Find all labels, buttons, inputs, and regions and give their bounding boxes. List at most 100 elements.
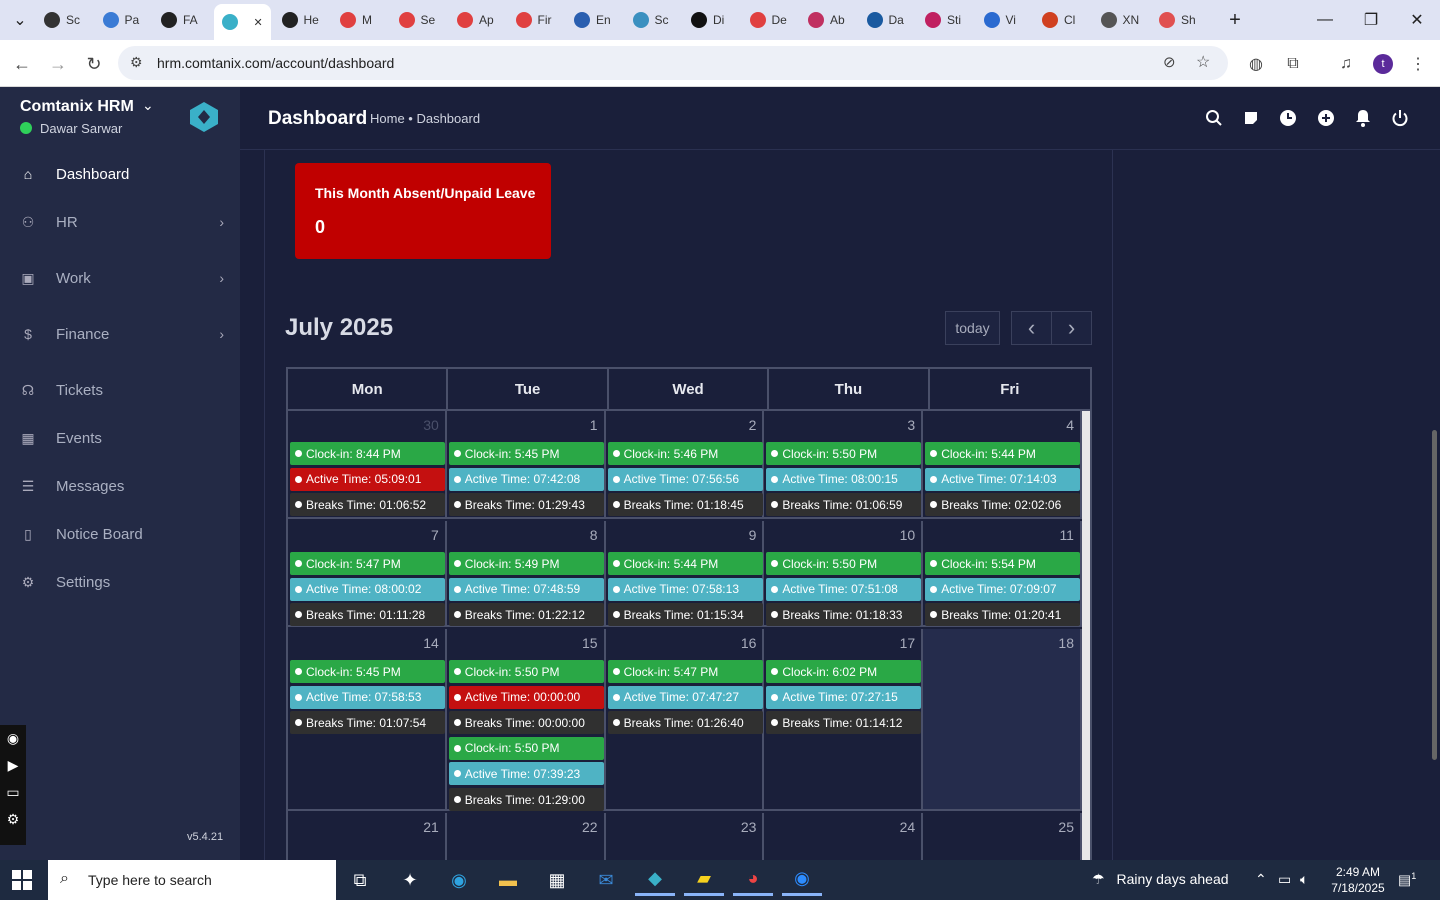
browser-tab[interactable]: Sti xyxy=(925,6,961,34)
day-number[interactable]: 8 xyxy=(590,527,598,543)
day-number[interactable]: 21 xyxy=(423,819,439,835)
add-circle-icon[interactable] xyxy=(1315,107,1337,129)
calendar-event[interactable]: Active Time: 07:09:07 xyxy=(925,577,1081,601)
forward-button[interactable]: → xyxy=(46,52,70,76)
calendar-day-cell[interactable]: 8 Clock-in: 5:49 PM Active Time: 07:48:59 B… xyxy=(447,521,606,627)
calendar-event[interactable]: Active Time: 07:47:27 xyxy=(607,685,763,709)
clock-icon[interactable] xyxy=(1277,107,1299,129)
comtanix-app-icon[interactable]: ◆ xyxy=(635,864,675,896)
calendar-today-button[interactable]: today xyxy=(945,311,1000,345)
page-scrollbar[interactable] xyxy=(1432,430,1437,760)
calendar-scrollbar[interactable] xyxy=(1082,411,1090,860)
day-number[interactable]: 16 xyxy=(741,635,757,651)
browser-tab[interactable]: Da xyxy=(866,6,904,34)
calendar-event[interactable]: Clock-in: 5:54 PM xyxy=(925,552,1081,575)
tracking-icon[interactable]: ⊘ xyxy=(1163,53,1176,71)
calendar-event[interactable]: Breaks Time: 01:06:52 xyxy=(290,493,445,517)
calendar-day-cell[interactable]: 16 Clock-in: 5:47 PM Active Time: 07:47:27… xyxy=(606,629,765,809)
sidebar-item-notice-board[interactable]: ▯ Notice Board xyxy=(0,514,240,554)
calendar-day-cell[interactable]: 9 Clock-in: 5:44 PM Active Time: 07:58:13 B… xyxy=(606,521,765,627)
calendar-day-cell[interactable]: 25 xyxy=(923,813,1082,860)
day-number[interactable]: 11 xyxy=(1059,527,1074,543)
calendar-event[interactable]: Breaks Time: 01:18:45 xyxy=(607,493,763,517)
task-view-icon[interactable]: ⧉ xyxy=(340,864,380,896)
translate-icon[interactable]: ◍ xyxy=(1244,52,1268,76)
calendar-event[interactable]: Active Time: 07:58:53 xyxy=(290,685,445,709)
sidebar-item-tickets[interactable]: ☊ Tickets xyxy=(0,370,240,410)
calendar-event[interactable]: Active Time: 07:42:08 xyxy=(448,467,604,491)
copilot-icon[interactable]: ✦ xyxy=(390,864,430,896)
sidebar-item-settings[interactable]: ⚙ Settings xyxy=(0,562,240,602)
calendar-day-cell[interactable]: 15 Clock-in: 5:50 PM Active Time: 00:00:00… xyxy=(447,629,606,811)
calendar-day-cell[interactable]: 18 xyxy=(923,629,1082,809)
calendar-event[interactable]: Breaks Time: 01:06:59 xyxy=(766,493,922,517)
calendar-event[interactable]: Active Time: 05:09:01 xyxy=(290,467,445,491)
calendar-day-cell[interactable]: 24 xyxy=(764,813,924,860)
edge-icon[interactable]: ◉ xyxy=(439,864,479,896)
profile-avatar[interactable]: t xyxy=(1371,52,1395,76)
calendar-event[interactable]: Active Time: 00:00:00 xyxy=(448,685,604,709)
browser-tab[interactable]: Ap xyxy=(457,6,494,34)
calendar-event[interactable]: Active Time: 07:39:23 xyxy=(448,762,604,786)
calendar-event[interactable]: Active Time: 07:51:08 xyxy=(766,577,922,601)
calendar-event[interactable]: Clock-in: 5:47 PM xyxy=(607,660,763,683)
calendar-event[interactable]: Breaks Time: 01:15:34 xyxy=(607,603,763,627)
video-icon[interactable]: ▶ xyxy=(0,752,26,779)
browser-tab[interactable]: Di xyxy=(691,6,724,34)
sidebar-item-events[interactable]: ▦ Events xyxy=(0,418,240,458)
close-window-button[interactable]: ✕ xyxy=(1394,0,1440,40)
day-number[interactable]: 25 xyxy=(1058,819,1074,835)
browser-tab[interactable]: Sh xyxy=(1159,6,1196,34)
sidebar-item-work[interactable]: ▣ Work › xyxy=(0,258,240,298)
browser-tab[interactable]: Pa xyxy=(102,6,139,34)
sidebar-item-finance[interactable]: $ Finance › xyxy=(0,314,240,354)
browser-tab[interactable]: Vi xyxy=(983,6,1016,34)
calendar-event[interactable]: Clock-in: 5:50 PM xyxy=(766,442,922,465)
power-icon[interactable] xyxy=(1389,107,1411,129)
system-clock[interactable]: 2:49 AM 7/18/2025 xyxy=(1326,864,1390,896)
calendar-event[interactable]: Breaks Time: 00:00:00 xyxy=(448,711,604,735)
camera-icon[interactable]: ◉ xyxy=(0,725,26,752)
maximize-button[interactable]: ❐ xyxy=(1348,0,1394,40)
day-number[interactable]: 17 xyxy=(900,635,916,651)
sidebar-item-hr[interactable]: ⚇ HR › xyxy=(0,202,240,242)
bookmark-star-icon[interactable]: ☆ xyxy=(1196,52,1210,72)
zoom-icon[interactable]: ◉ xyxy=(782,864,822,896)
search-icon[interactable] xyxy=(1203,107,1225,129)
tray-chevron-icon[interactable]: ⌃ xyxy=(1255,871,1267,888)
calendar-event[interactable]: Clock-in: 6:02 PM xyxy=(766,660,922,683)
calendar-event[interactable]: Clock-in: 5:46 PM xyxy=(607,442,763,465)
calendar-event[interactable]: Active Time: 07:58:13 xyxy=(607,577,763,601)
day-number[interactable]: 18 xyxy=(1058,635,1074,651)
notification-center-icon[interactable]: ▤1 xyxy=(1398,871,1416,889)
window-icon[interactable]: ▭ xyxy=(0,779,26,806)
calendar-event[interactable]: Active Time: 07:14:03 xyxy=(925,467,1081,491)
browser-tab[interactable]: ✕ xyxy=(213,4,271,40)
day-number[interactable]: 7 xyxy=(431,527,439,543)
windows-start-icon[interactable] xyxy=(12,870,34,890)
calendar-event[interactable]: Breaks Time: 01:29:43 xyxy=(448,493,604,517)
calendar-event[interactable]: Breaks Time: 01:18:33 xyxy=(766,603,922,627)
day-number[interactable]: 14 xyxy=(423,635,439,651)
sticky-notes-icon[interactable]: ▰ xyxy=(684,864,724,896)
day-number[interactable]: 3 xyxy=(907,417,915,433)
browser-tab[interactable]: XN xyxy=(1100,6,1139,34)
calendar-day-cell[interactable]: 7 Clock-in: 5:47 PM Active Time: 08:00:02 B… xyxy=(288,521,447,627)
day-number[interactable]: 10 xyxy=(900,527,916,543)
calendar-event[interactable]: Clock-in: 5:44 PM xyxy=(607,552,763,575)
browser-tab[interactable]: Se xyxy=(398,6,435,34)
file-explorer-icon[interactable]: ▬ xyxy=(488,864,528,896)
calendar-event[interactable]: Breaks Time: 01:26:40 xyxy=(607,711,763,735)
calendar-event[interactable]: Clock-in: 5:47 PM xyxy=(290,552,445,575)
calendar-day-cell[interactable]: 10 Clock-in: 5:50 PM Active Time: 07:51:08… xyxy=(764,521,924,627)
app-logo-icon[interactable] xyxy=(188,101,220,133)
day-number[interactable]: 22 xyxy=(582,819,598,835)
browser-tab[interactable]: M xyxy=(340,6,372,34)
day-number[interactable]: 9 xyxy=(749,527,757,543)
calendar-event[interactable]: Breaks Time: 01:29:00 xyxy=(448,788,604,811)
calendar-day-cell[interactable]: 22 xyxy=(447,813,606,860)
calendar-day-cell[interactable]: 4 Clock-in: 5:44 PM Active Time: 07:14:03 B… xyxy=(923,411,1082,517)
calendar-event[interactable]: Clock-in: 5:49 PM xyxy=(448,552,604,575)
chevron-down-icon[interactable]: ⌄ xyxy=(142,97,154,114)
calendar-event[interactable]: Breaks Time: 01:14:12 xyxy=(766,711,922,735)
